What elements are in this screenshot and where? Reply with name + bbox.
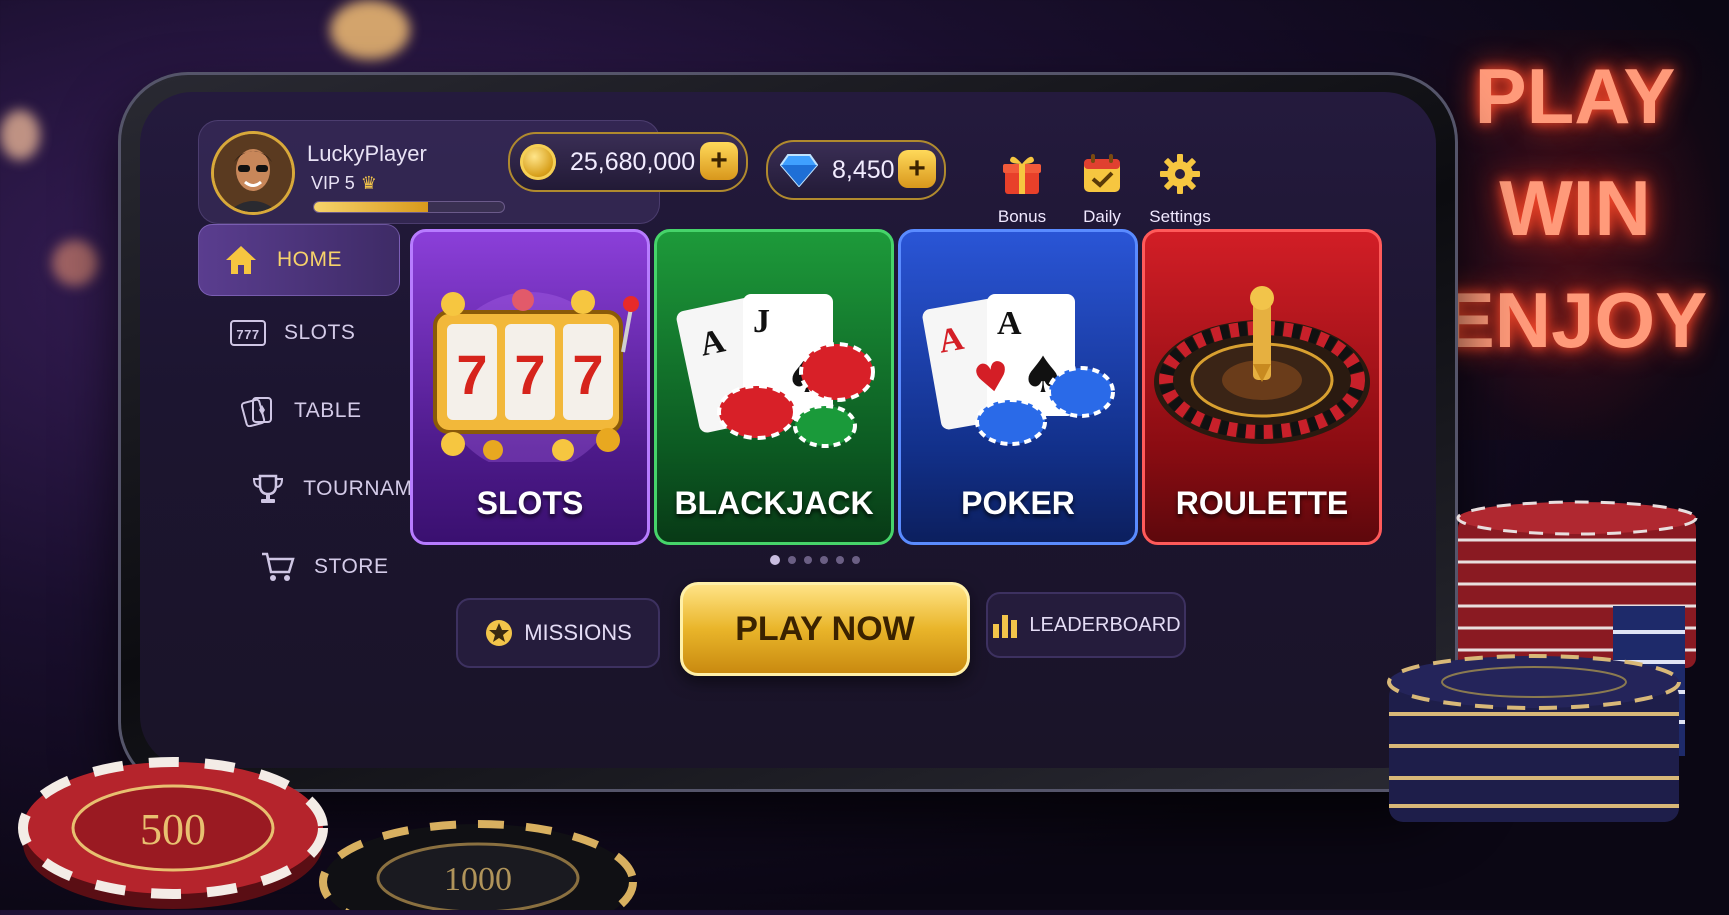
vip-level: VIP 5 ♛ [311, 173, 377, 194]
cart-icon [258, 550, 298, 584]
username: LuckyPlayer [307, 141, 427, 166]
daily-label: Daily [1083, 207, 1121, 226]
carousel-dot[interactable] [820, 556, 828, 564]
leaderboard-label: LEADERBOARD [1029, 613, 1181, 636]
play-now-button[interactable]: PLAY NOW [680, 582, 970, 676]
svg-text:7: 7 [572, 343, 603, 406]
coin-balance: 25,680,000 + [508, 132, 748, 192]
xp-progress-bar [313, 201, 505, 213]
neon-word: PLAY [1474, 52, 1676, 140]
slot-machine-icon: 7 7 7 [433, 289, 639, 462]
sidebar-item-label: SLOTS [284, 321, 356, 344]
gift-icon [1003, 156, 1041, 194]
calendar-check-icon [1084, 154, 1120, 192]
daily-button[interactable]: Daily [1062, 152, 1142, 227]
roulette-wheel-icon [1154, 286, 1370, 444]
sidebar-item-store[interactable]: STORE [236, 532, 436, 602]
bonus-button[interactable]: Bonus [982, 152, 1062, 227]
sidebar-item-home[interactable]: HOME [198, 224, 400, 296]
bonus-label: Bonus [997, 207, 1047, 226]
add-coins-button[interactable]: + [700, 142, 738, 180]
sidebar-item-label: TABLE [294, 399, 362, 422]
coin-amount: 25,680,000 [570, 147, 696, 176]
gem-amount: 8,450 [832, 155, 895, 184]
neon-word: WIN [1499, 164, 1651, 252]
missions-label: MISSIONS [524, 620, 632, 645]
vip-label: VIP 5 [311, 173, 355, 193]
settings-button[interactable]: Settings [1140, 152, 1220, 227]
red-chip-500: 500 [18, 748, 328, 910]
game-title: ROULETTE [1175, 485, 1349, 521]
diamond-icon [780, 154, 818, 187]
crown-icon: ♛ [360, 173, 377, 193]
poker-cards-icon: A A ♥ ♠ [922, 294, 1115, 446]
carousel-dot[interactable] [788, 556, 796, 564]
sidebar-item-label: STORE [314, 555, 389, 578]
cards-icon [238, 394, 278, 428]
blue-chip-stack [1385, 592, 1685, 832]
svg-text:J: J [753, 303, 770, 340]
svg-text:A: A [997, 305, 1022, 342]
xp-progress-fill [314, 202, 428, 212]
bokeh-light [330, 0, 410, 60]
gem-balance: 8,450 + [766, 140, 946, 200]
game-screen: LuckyPlayer VIP 5 ♛ 25,680,000 + 8,450 + … [140, 92, 1436, 768]
carousel-dots [770, 555, 860, 565]
coin-icon [520, 144, 556, 180]
sidebar-item-label: HOME [277, 248, 342, 271]
star-badge-icon [484, 618, 514, 648]
add-gems-button[interactable]: + [898, 150, 936, 188]
bar-chart-icon [991, 612, 1019, 638]
bokeh-light [0, 110, 40, 160]
game-card-poker[interactable]: A A ♥ ♠ POKER [898, 229, 1138, 545]
bokeh-light [52, 240, 98, 286]
carousel-dot[interactable] [770, 555, 780, 565]
neon-word: ENJOY [1442, 276, 1708, 364]
svg-text:7: 7 [514, 343, 545, 406]
sidebar-item-slots[interactable]: 777 SLOTS [206, 298, 406, 368]
black-chip-1000: 1000 [318, 820, 638, 915]
chip-value: 1000 [444, 861, 512, 898]
sidebar-item-table[interactable]: TABLE [216, 376, 416, 446]
game-title: BLACKJACK [674, 485, 874, 521]
game-card-slots[interactable]: 7 7 7 SLOTS [410, 229, 650, 545]
game-card-blackjack[interactable]: A J ♠ BLACKJACK [654, 229, 894, 545]
game-title: POKER [961, 485, 1075, 521]
trophy-icon [248, 472, 287, 506]
settings-label: Settings [1149, 207, 1211, 226]
leaderboard-button[interactable]: LEADERBOARD [986, 592, 1186, 658]
svg-text:777: 777 [236, 327, 259, 342]
carousel-dot[interactable] [804, 556, 812, 564]
neon-sign: PLAY WIN ENJOY [1440, 40, 1710, 420]
game-card-roulette[interactable]: ROULETTE [1142, 229, 1382, 545]
svg-text:7: 7 [456, 343, 487, 406]
slot-777-icon: 777 [228, 316, 268, 350]
carousel-dot[interactable] [852, 556, 860, 564]
blackjack-cards-icon: A J ♠ [676, 294, 875, 448]
missions-button[interactable]: MISSIONS [456, 598, 660, 668]
carousel-dot[interactable] [836, 556, 844, 564]
gear-icon [1160, 154, 1200, 194]
home-icon [221, 243, 261, 277]
avatar[interactable] [211, 131, 295, 215]
chip-value: 500 [140, 805, 206, 854]
game-title: SLOTS [476, 485, 584, 521]
